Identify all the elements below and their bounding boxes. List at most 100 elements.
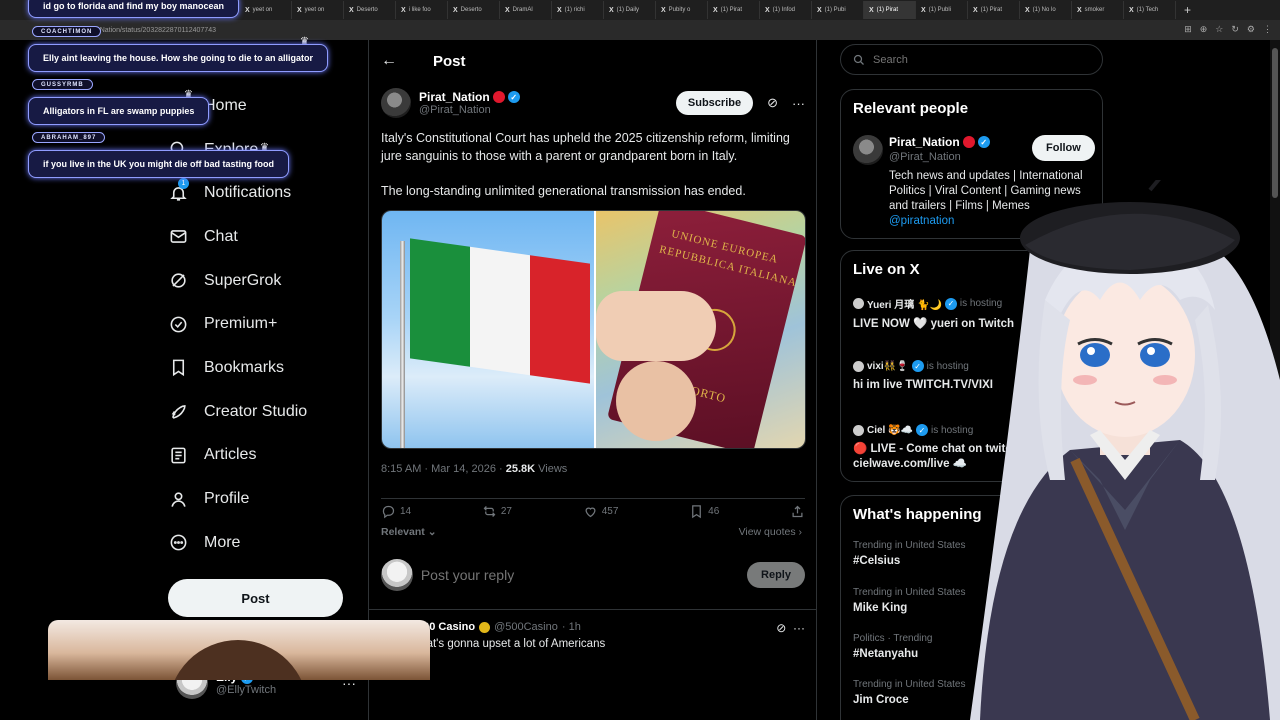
- back-arrow-icon[interactable]: ←: [381, 52, 397, 70]
- share-action[interactable]: [790, 504, 805, 519]
- trend-item[interactable]: Trending in United States Jim Croce: [853, 679, 965, 706]
- bookmark-action[interactable]: 46: [689, 504, 719, 519]
- share-icon: [792, 505, 803, 518]
- browser-tab[interactable]: Xyeet on: [292, 1, 344, 19]
- like-action[interactable]: 457: [583, 504, 618, 519]
- nav-item-bookmarks[interactable]: Bookmarks: [168, 346, 358, 390]
- reply-button[interactable]: Reply: [747, 562, 805, 588]
- scrollbar-thumb[interactable]: [1272, 48, 1278, 198]
- bell-icon: 1: [168, 178, 189, 203]
- x-logo-icon: X: [609, 6, 614, 14]
- browser-tab[interactable]: Xyeet on: [240, 1, 292, 19]
- post-button[interactable]: Post: [168, 579, 343, 617]
- avatar[interactable]: [853, 135, 883, 165]
- browser-tab-label: Deserto: [356, 7, 378, 13]
- reply-icon: [382, 505, 395, 519]
- author-handle[interactable]: @Pirat_Nation: [419, 104, 520, 116]
- nav-item-more[interactable]: More: [168, 521, 358, 565]
- browser-tab[interactable]: X (1) Pirat: [864, 1, 916, 19]
- browser-tab[interactable]: Xi like foo: [396, 1, 448, 19]
- search-box[interactable]: [840, 44, 1103, 75]
- address-bar[interactable]: at_Nation/status/2032822870112407743 ⊞ ⊕…: [0, 20, 1280, 40]
- reply-sort-dropdown[interactable]: Relevant ⌄: [381, 526, 437, 538]
- nav-item-premium-[interactable]: Premium+: [168, 302, 358, 346]
- chat-message: if you live in the UK you might die off …: [28, 150, 289, 178]
- main-column: ← Post Pirat_Nation ✓ @Pirat_Nation Subs…: [368, 40, 817, 720]
- post-media[interactable]: UNIONE EUROPEA REPUBBLICA ITALIANA PASSA…: [381, 210, 806, 449]
- post-paragraph: The long-standing unlimited generational…: [381, 184, 746, 198]
- bio-link[interactable]: @piratnation: [889, 215, 954, 227]
- browser-tab-label: (1) Tech: [1136, 7, 1159, 13]
- page-title: Post: [433, 52, 466, 70]
- view-quotes-link[interactable]: View quotes ›: [739, 526, 802, 538]
- bookmark-icon: [168, 358, 188, 378]
- italian-flag-image[interactable]: [382, 211, 594, 448]
- author-name[interactable]: Pirat_Nation ✓: [419, 90, 520, 104]
- reply-action[interactable]: 14: [381, 504, 411, 519]
- search-icon: [853, 54, 864, 65]
- browser-tab[interactable]: X (1) Pirat: [968, 1, 1020, 19]
- menu-icon[interactable]: ⋮: [1263, 24, 1272, 35]
- passport-image[interactable]: UNIONE EUROPEA REPUBBLICA ITALIANA PASSA…: [593, 211, 805, 448]
- browser-tab-label: (1) Publi: [928, 7, 952, 13]
- browser-tab[interactable]: X Pubity o: [656, 1, 708, 19]
- grok-icon[interactable]: ⊘: [776, 621, 786, 635]
- follow-button[interactable]: Follow: [1032, 135, 1095, 161]
- more-dots-icon[interactable]: ···: [793, 621, 805, 635]
- person-name[interactable]: Pirat_Nation ✓: [889, 135, 990, 149]
- settings-icon[interactable]: ⚙: [1247, 24, 1255, 35]
- affiliate-badge-icon: [492, 91, 505, 103]
- trend-item[interactable]: Trending in United States Mike King: [853, 587, 965, 614]
- nav-item-articles[interactable]: Articles: [168, 434, 358, 478]
- browser-tab[interactable]: X (1) Tech: [1124, 1, 1176, 19]
- x-logo-icon: X: [765, 6, 770, 14]
- person-handle[interactable]: @Pirat_Nation: [889, 151, 961, 163]
- browser-tab[interactable]: X (1) richi: [552, 1, 604, 19]
- nav-item-chat[interactable]: Chat: [168, 215, 358, 259]
- browser-tab[interactable]: Xsmoker: [1072, 1, 1124, 19]
- repost-action[interactable]: 27: [482, 504, 512, 519]
- x-logo-icon: X: [661, 6, 666, 14]
- subscribe-button[interactable]: Subscribe: [675, 91, 754, 115]
- star-icon[interactable]: ☆: [1215, 24, 1223, 35]
- url-text[interactable]: at_Nation/status/2032822870112407743: [90, 27, 216, 34]
- nav-item-label: Chat: [204, 227, 238, 245]
- nav-item-profile[interactable]: Profile: [168, 477, 358, 521]
- nav-item-label: Premium+: [204, 315, 278, 333]
- reply-header: 500 Casino @500Casino · 1h: [417, 621, 581, 633]
- browser-tab[interactable]: X (1) No lo: [1020, 1, 1072, 19]
- browser-tab-label: (1) Pirat: [876, 7, 899, 13]
- more-dots-icon[interactable]: ···: [792, 96, 805, 111]
- nav-item-creator-studio[interactable]: Creator Studio: [168, 390, 358, 434]
- browser-tab[interactable]: X Deserto: [344, 1, 396, 19]
- bookmark-icon: [692, 505, 702, 519]
- chevron-down-icon: ⌄: [427, 526, 437, 538]
- reply-media-image[interactable]: [48, 620, 430, 680]
- post-text: Italy's Constitutional Court has upheld …: [381, 129, 811, 217]
- x-logo-icon: X: [973, 6, 978, 14]
- browser-tab[interactable]: X (1) Pirat: [708, 1, 760, 19]
- grok-icon[interactable]: ⊘: [767, 95, 778, 111]
- browser-tab[interactable]: X DramAl: [500, 1, 552, 19]
- extension-icon[interactable]: ⊞: [1184, 24, 1192, 35]
- browser-tab[interactable]: X (1) Pubi: [812, 1, 864, 19]
- rocket-icon: [168, 402, 188, 422]
- zoom-icon[interactable]: ⊕: [1200, 24, 1208, 35]
- browser-tab[interactable]: X Deserto: [448, 1, 500, 19]
- search-input[interactable]: [873, 53, 1015, 66]
- browser-tab[interactable]: X (1) Publi: [916, 1, 968, 19]
- reply-input[interactable]: [420, 567, 740, 583]
- nav-item-label: Notifications: [204, 184, 292, 202]
- nav-item-supergrok[interactable]: SuperGrok: [168, 259, 358, 303]
- avatar[interactable]: [381, 88, 411, 118]
- trend-item[interactable]: Trending in United States #Celsius: [853, 540, 965, 567]
- refresh-icon[interactable]: ↻: [1231, 24, 1239, 35]
- trend-item[interactable]: Politics · Trending #Netanyahu: [853, 633, 932, 660]
- chat-message: Alligators in FL are swamp puppies: [28, 97, 210, 125]
- browser-tab-label: (1) No lo: [1032, 7, 1056, 13]
- new-tab-icon[interactable]: +: [1176, 3, 1199, 17]
- browser-tab[interactable]: X (1) Infod: [760, 1, 812, 19]
- verified-badge-icon: ✓: [911, 360, 924, 372]
- browser-tab[interactable]: X (1) Daily: [604, 1, 656, 19]
- reply-author-handle[interactable]: @500Casino: [494, 621, 558, 633]
